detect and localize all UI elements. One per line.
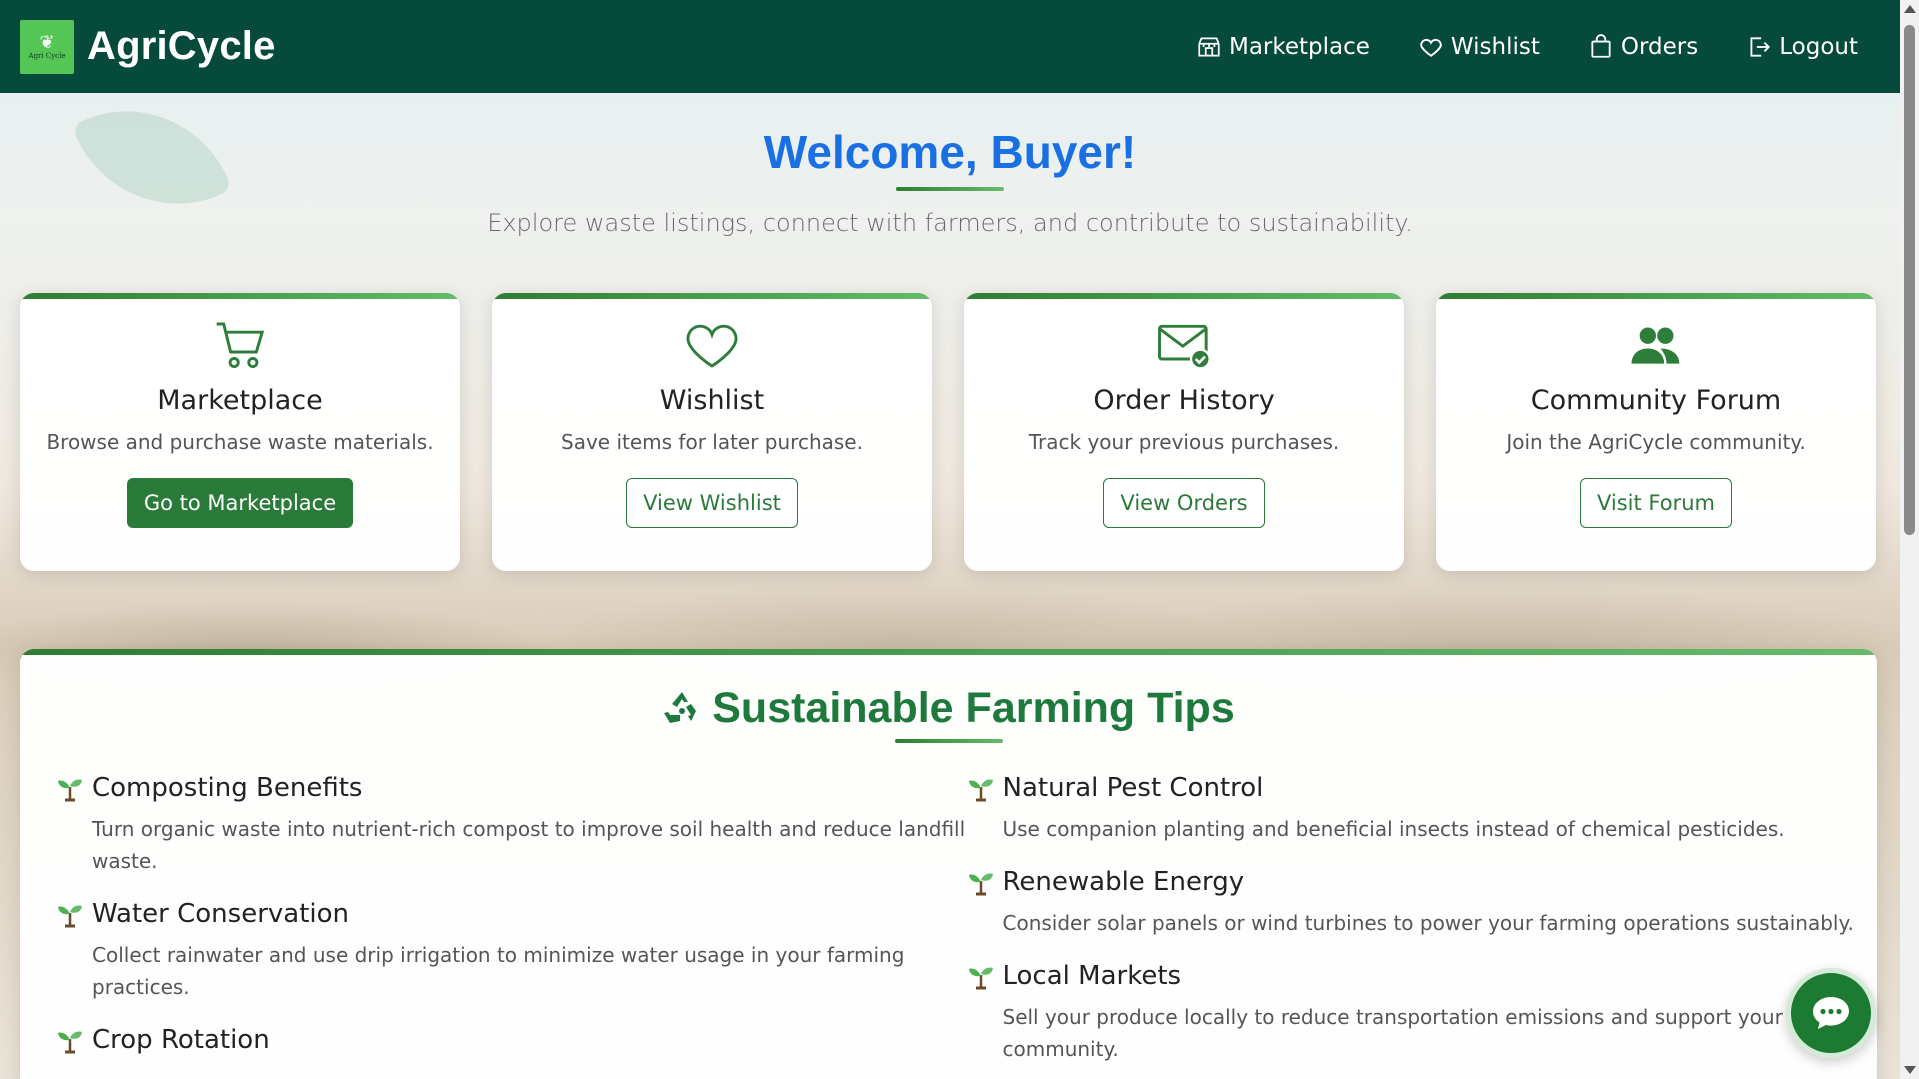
brand-name: AgriCycle bbox=[87, 24, 276, 68]
brand[interactable]: ❦ Agri Cycle AgriCycle bbox=[20, 19, 276, 74]
chat-bubble-icon bbox=[1813, 997, 1849, 1029]
nav-logout-label: Logout bbox=[1779, 33, 1858, 60]
seedling-icon bbox=[968, 967, 993, 990]
card-title: Order History bbox=[1093, 385, 1275, 416]
card-title: Community Forum bbox=[1530, 385, 1782, 416]
card-marketplace: Marketplace Browse and purchase waste ma… bbox=[20, 293, 460, 571]
logout-icon bbox=[1750, 36, 1771, 57]
shop-icon bbox=[1198, 36, 1220, 57]
nav-marketplace-label: Marketplace bbox=[1228, 33, 1370, 60]
seedling-icon bbox=[58, 779, 82, 802]
nav-orders[interactable]: Orders bbox=[1588, 34, 1698, 60]
nav-orders-label: Orders bbox=[1620, 33, 1699, 60]
nav-wishlist-label: Wishlist bbox=[1450, 33, 1540, 60]
page-scrollbar[interactable] bbox=[1900, 0, 1919, 1079]
card-description: Join the AgriCycle community. bbox=[1506, 430, 1806, 454]
card-description: Track your previous purchases. bbox=[1028, 430, 1340, 454]
scroll-up-arrow[interactable] bbox=[1904, 5, 1916, 13]
card-title: Wishlist bbox=[659, 385, 765, 416]
cart-icon bbox=[216, 322, 265, 369]
recycle-icon bbox=[664, 691, 697, 723]
seedling-icon bbox=[968, 873, 993, 896]
tips-underline bbox=[894, 739, 1003, 743]
tip-title: Composting Benefits bbox=[92, 773, 363, 803]
main-nav: Marketplace Wishlist Orders Logout bbox=[1148, 34, 1858, 60]
tip-text: Collect rainwater and use drip irrigatio… bbox=[92, 943, 905, 999]
heart-icon bbox=[686, 324, 738, 368]
tips-column-right: Natural Pest Control Use companion plant… bbox=[967, 773, 1878, 1079]
go-to-marketplace-button[interactable]: Go to Marketplace bbox=[126, 478, 354, 528]
tip-title: Renewable Energy bbox=[1002, 867, 1245, 897]
welcome-section: Welcome, Buyer! Explore waste listings, … bbox=[0, 125, 1900, 237]
card-title: Marketplace bbox=[157, 385, 323, 416]
dashboard-cards: Marketplace Browse and purchase waste ma… bbox=[20, 293, 1877, 571]
tip-text: Turn organic waste into nutrient-rich co… bbox=[92, 817, 966, 873]
tip-item: Natural Pest Control Use companion plant… bbox=[967, 773, 1878, 845]
welcome-subtitle: Explore waste listings, connect with far… bbox=[487, 209, 1413, 237]
visit-forum-button[interactable]: Visit Forum bbox=[1579, 478, 1732, 528]
scroll-thumb[interactable] bbox=[1904, 25, 1915, 535]
card-description: Browse and purchase waste materials. bbox=[46, 430, 434, 454]
chat-button[interactable] bbox=[1786, 968, 1876, 1058]
tip-text: Use companion planting and beneficial in… bbox=[1002, 817, 1785, 841]
tip-item: Local Markets Sell your produce locally … bbox=[967, 961, 1878, 1065]
seedling-icon bbox=[968, 779, 993, 802]
tip-text: Consider solar panels or wind turbines t… bbox=[1002, 911, 1854, 935]
view-orders-button[interactable]: View Orders bbox=[1103, 478, 1265, 528]
nav-wishlist[interactable]: Wishlist bbox=[1418, 34, 1540, 60]
tip-text: Sell your produce locally to reduce tran… bbox=[1002, 1005, 1783, 1061]
bag-icon bbox=[1591, 33, 1611, 58]
tip-item: Renewable Energy Consider solar panels o… bbox=[967, 867, 1878, 939]
sustainable-tips-section: Sustainable Farming Tips Composting Bene… bbox=[20, 649, 1877, 1079]
tips-title: Sustainable Farming Tips bbox=[712, 684, 1235, 732]
top-navbar: ❦ Agri Cycle AgriCycle Marketplace Wishl… bbox=[0, 0, 1900, 93]
tip-title: Crop Rotation bbox=[92, 1025, 270, 1055]
tip-item: Composting Benefits Turn organic waste i… bbox=[56, 773, 967, 877]
tip-item: Water Conservation Collect rainwater and… bbox=[56, 899, 967, 1003]
card-order-history: Order History Track your previous purcha… bbox=[964, 293, 1404, 571]
card-description: Save items for later purchase. bbox=[561, 430, 863, 454]
heart-icon bbox=[1420, 38, 1442, 57]
tips-column-left: Composting Benefits Turn organic waste i… bbox=[56, 773, 967, 1079]
tip-title: Water Conservation bbox=[92, 899, 350, 929]
title-underline bbox=[896, 187, 1004, 191]
tip-title: Local Markets bbox=[1002, 961, 1182, 991]
logo-text: Agri Cycle bbox=[28, 51, 66, 60]
envelope-check-icon bbox=[1158, 324, 1211, 370]
sprout-icon: ❦ bbox=[39, 31, 55, 53]
welcome-title: Welcome, Buyer! bbox=[763, 126, 1137, 178]
scroll-down-arrow[interactable] bbox=[1904, 1066, 1916, 1074]
tip-item: Crop Rotation bbox=[56, 1025, 967, 1055]
brand-logo: ❦ Agri Cycle bbox=[20, 19, 74, 74]
view-wishlist-button[interactable]: View Wishlist bbox=[626, 478, 798, 528]
nav-marketplace[interactable]: Marketplace bbox=[1196, 34, 1370, 60]
card-wishlist: Wishlist Save items for later purchase. … bbox=[492, 293, 932, 571]
seedling-icon bbox=[58, 905, 82, 928]
nav-logout[interactable]: Logout bbox=[1746, 34, 1858, 60]
people-icon bbox=[1631, 327, 1680, 364]
tip-title: Natural Pest Control bbox=[1002, 773, 1264, 803]
card-community-forum: Community Forum Join the AgriCycle commu… bbox=[1436, 293, 1876, 571]
seedling-icon bbox=[58, 1031, 82, 1054]
